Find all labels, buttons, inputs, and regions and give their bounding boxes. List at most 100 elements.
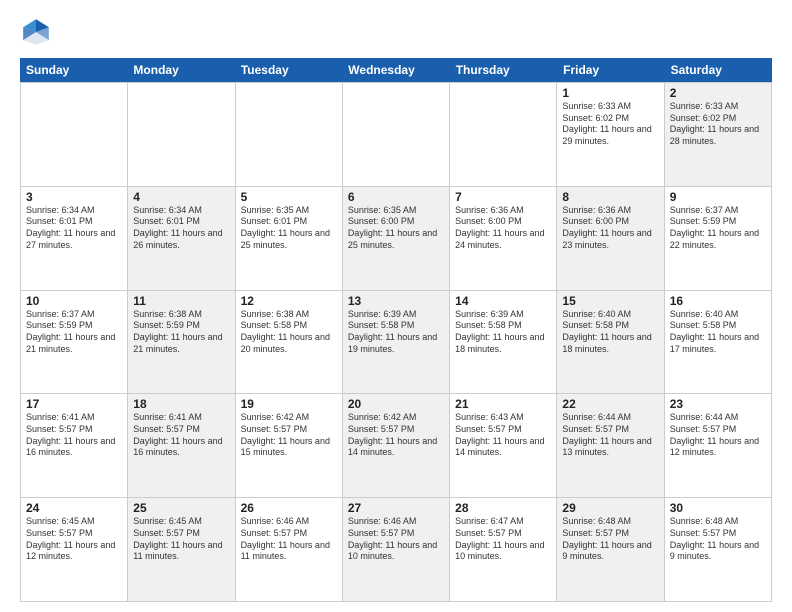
day-detail: Sunrise: 6:36 AM Sunset: 6:00 PM Dayligh…	[455, 205, 551, 252]
day-detail: Sunrise: 6:42 AM Sunset: 5:57 PM Dayligh…	[348, 412, 444, 459]
day-cell: 26Sunrise: 6:46 AM Sunset: 5:57 PM Dayli…	[236, 498, 343, 602]
weekday-header: Saturday	[665, 58, 772, 82]
day-detail: Sunrise: 6:35 AM Sunset: 6:00 PM Dayligh…	[348, 205, 444, 252]
day-number: 30	[670, 501, 766, 515]
weekday-header: Monday	[127, 58, 234, 82]
day-cell: 27Sunrise: 6:46 AM Sunset: 5:57 PM Dayli…	[343, 498, 450, 602]
empty-cell	[21, 83, 128, 187]
day-cell: 29Sunrise: 6:48 AM Sunset: 5:57 PM Dayli…	[557, 498, 664, 602]
day-number: 19	[241, 397, 337, 411]
day-cell: 30Sunrise: 6:48 AM Sunset: 5:57 PM Dayli…	[665, 498, 772, 602]
day-number: 26	[241, 501, 337, 515]
day-cell: 22Sunrise: 6:44 AM Sunset: 5:57 PM Dayli…	[557, 394, 664, 498]
day-cell: 10Sunrise: 6:37 AM Sunset: 5:59 PM Dayli…	[21, 291, 128, 395]
day-number: 4	[133, 190, 229, 204]
day-number: 8	[562, 190, 658, 204]
day-number: 13	[348, 294, 444, 308]
day-cell: 12Sunrise: 6:38 AM Sunset: 5:58 PM Dayli…	[236, 291, 343, 395]
day-cell: 6Sunrise: 6:35 AM Sunset: 6:00 PM Daylig…	[343, 187, 450, 291]
day-detail: Sunrise: 6:39 AM Sunset: 5:58 PM Dayligh…	[455, 309, 551, 356]
day-cell: 19Sunrise: 6:42 AM Sunset: 5:57 PM Dayli…	[236, 394, 343, 498]
day-number: 15	[562, 294, 658, 308]
weekday-header: Tuesday	[235, 58, 342, 82]
day-detail: Sunrise: 6:44 AM Sunset: 5:57 PM Dayligh…	[670, 412, 766, 459]
logo	[20, 16, 56, 48]
day-detail: Sunrise: 6:45 AM Sunset: 5:57 PM Dayligh…	[26, 516, 122, 563]
day-number: 6	[348, 190, 444, 204]
day-number: 11	[133, 294, 229, 308]
day-number: 14	[455, 294, 551, 308]
day-cell: 25Sunrise: 6:45 AM Sunset: 5:57 PM Dayli…	[128, 498, 235, 602]
day-cell: 28Sunrise: 6:47 AM Sunset: 5:57 PM Dayli…	[450, 498, 557, 602]
day-number: 1	[562, 86, 658, 100]
calendar-row: 24Sunrise: 6:45 AM Sunset: 5:57 PM Dayli…	[20, 498, 772, 602]
day-detail: Sunrise: 6:37 AM Sunset: 5:59 PM Dayligh…	[670, 205, 766, 252]
day-number: 25	[133, 501, 229, 515]
day-detail: Sunrise: 6:44 AM Sunset: 5:57 PM Dayligh…	[562, 412, 658, 459]
day-number: 3	[26, 190, 122, 204]
day-cell: 2Sunrise: 6:33 AM Sunset: 6:02 PM Daylig…	[665, 83, 772, 187]
day-number: 27	[348, 501, 444, 515]
empty-cell	[128, 83, 235, 187]
day-detail: Sunrise: 6:41 AM Sunset: 5:57 PM Dayligh…	[133, 412, 229, 459]
day-number: 28	[455, 501, 551, 515]
weekday-header: Thursday	[450, 58, 557, 82]
calendar: SundayMondayTuesdayWednesdayThursdayFrid…	[20, 58, 772, 602]
weekday-header: Wednesday	[342, 58, 449, 82]
day-number: 5	[241, 190, 337, 204]
day-number: 29	[562, 501, 658, 515]
weekday-header: Sunday	[20, 58, 127, 82]
day-number: 17	[26, 397, 122, 411]
day-cell: 1Sunrise: 6:33 AM Sunset: 6:02 PM Daylig…	[557, 83, 664, 187]
day-detail: Sunrise: 6:37 AM Sunset: 5:59 PM Dayligh…	[26, 309, 122, 356]
day-number: 16	[670, 294, 766, 308]
day-number: 24	[26, 501, 122, 515]
header	[20, 16, 772, 48]
day-cell: 20Sunrise: 6:42 AM Sunset: 5:57 PM Dayli…	[343, 394, 450, 498]
day-detail: Sunrise: 6:39 AM Sunset: 5:58 PM Dayligh…	[348, 309, 444, 356]
day-detail: Sunrise: 6:48 AM Sunset: 5:57 PM Dayligh…	[562, 516, 658, 563]
day-cell: 21Sunrise: 6:43 AM Sunset: 5:57 PM Dayli…	[450, 394, 557, 498]
day-cell: 11Sunrise: 6:38 AM Sunset: 5:59 PM Dayli…	[128, 291, 235, 395]
calendar-body: 1Sunrise: 6:33 AM Sunset: 6:02 PM Daylig…	[20, 82, 772, 602]
day-number: 9	[670, 190, 766, 204]
day-detail: Sunrise: 6:36 AM Sunset: 6:00 PM Dayligh…	[562, 205, 658, 252]
day-detail: Sunrise: 6:48 AM Sunset: 5:57 PM Dayligh…	[670, 516, 766, 563]
calendar-row: 1Sunrise: 6:33 AM Sunset: 6:02 PM Daylig…	[20, 82, 772, 187]
day-detail: Sunrise: 6:40 AM Sunset: 5:58 PM Dayligh…	[670, 309, 766, 356]
day-detail: Sunrise: 6:46 AM Sunset: 5:57 PM Dayligh…	[348, 516, 444, 563]
day-detail: Sunrise: 6:34 AM Sunset: 6:01 PM Dayligh…	[133, 205, 229, 252]
empty-cell	[236, 83, 343, 187]
day-detail: Sunrise: 6:38 AM Sunset: 5:59 PM Dayligh…	[133, 309, 229, 356]
day-cell: 18Sunrise: 6:41 AM Sunset: 5:57 PM Dayli…	[128, 394, 235, 498]
day-detail: Sunrise: 6:34 AM Sunset: 6:01 PM Dayligh…	[26, 205, 122, 252]
day-number: 18	[133, 397, 229, 411]
day-number: 22	[562, 397, 658, 411]
day-cell: 15Sunrise: 6:40 AM Sunset: 5:58 PM Dayli…	[557, 291, 664, 395]
day-detail: Sunrise: 6:41 AM Sunset: 5:57 PM Dayligh…	[26, 412, 122, 459]
day-cell: 3Sunrise: 6:34 AM Sunset: 6:01 PM Daylig…	[21, 187, 128, 291]
day-cell: 17Sunrise: 6:41 AM Sunset: 5:57 PM Dayli…	[21, 394, 128, 498]
day-number: 10	[26, 294, 122, 308]
day-detail: Sunrise: 6:33 AM Sunset: 6:02 PM Dayligh…	[670, 101, 766, 148]
calendar-header: SundayMondayTuesdayWednesdayThursdayFrid…	[20, 58, 772, 82]
day-cell: 7Sunrise: 6:36 AM Sunset: 6:00 PM Daylig…	[450, 187, 557, 291]
day-number: 2	[670, 86, 766, 100]
day-detail: Sunrise: 6:33 AM Sunset: 6:02 PM Dayligh…	[562, 101, 658, 148]
day-detail: Sunrise: 6:46 AM Sunset: 5:57 PM Dayligh…	[241, 516, 337, 563]
day-cell: 14Sunrise: 6:39 AM Sunset: 5:58 PM Dayli…	[450, 291, 557, 395]
day-detail: Sunrise: 6:35 AM Sunset: 6:01 PM Dayligh…	[241, 205, 337, 252]
logo-icon	[20, 16, 52, 48]
day-detail: Sunrise: 6:42 AM Sunset: 5:57 PM Dayligh…	[241, 412, 337, 459]
day-detail: Sunrise: 6:38 AM Sunset: 5:58 PM Dayligh…	[241, 309, 337, 356]
day-cell: 23Sunrise: 6:44 AM Sunset: 5:57 PM Dayli…	[665, 394, 772, 498]
page: SundayMondayTuesdayWednesdayThursdayFrid…	[0, 0, 792, 612]
empty-cell	[450, 83, 557, 187]
calendar-row: 3Sunrise: 6:34 AM Sunset: 6:01 PM Daylig…	[20, 187, 772, 291]
empty-cell	[343, 83, 450, 187]
day-detail: Sunrise: 6:43 AM Sunset: 5:57 PM Dayligh…	[455, 412, 551, 459]
day-number: 7	[455, 190, 551, 204]
day-number: 23	[670, 397, 766, 411]
day-cell: 13Sunrise: 6:39 AM Sunset: 5:58 PM Dayli…	[343, 291, 450, 395]
day-number: 21	[455, 397, 551, 411]
